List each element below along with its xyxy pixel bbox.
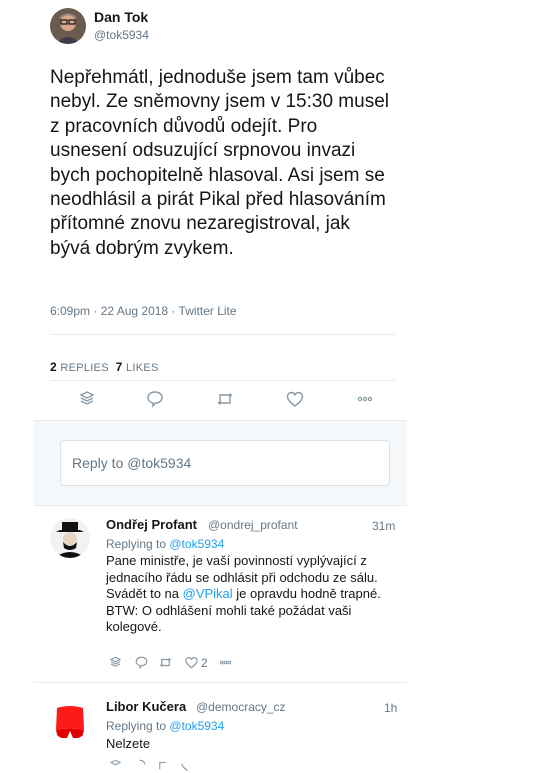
reply-author-handle[interactable]: @democracy_cz	[196, 700, 286, 714]
author-name[interactable]: Dan Tok	[94, 9, 148, 25]
reply-author-name[interactable]: Libor Kučera	[106, 699, 186, 714]
reply-avatar[interactable]	[50, 700, 90, 740]
reply-author-handle[interactable]: @ondrej_profant	[208, 518, 298, 532]
tweet-column: Dan Tok @tok5934 Nepřehmátl, jednoduše j…	[34, 0, 407, 765]
more-icon[interactable]	[354, 388, 376, 410]
stack-icon[interactable]	[76, 388, 98, 410]
reply-retweet-icon[interactable]	[158, 655, 173, 670]
tweet-text: Nepřehmátl, jednoduše jsem tam vůbec neb…	[50, 67, 389, 259]
reply-like-icon	[181, 763, 188, 772]
tweet-timestamp[interactable]: 6:09pm · 22 Aug 2018 · Twitter Lite	[50, 304, 237, 318]
replying-to: Replying to @tok5934	[106, 537, 224, 551]
reply-time[interactable]: 1h	[384, 701, 397, 715]
author-handle[interactable]: @tok5934	[94, 28, 149, 42]
mention-link[interactable]: @VPikal	[183, 586, 233, 601]
replying-to-link[interactable]: @tok5934	[169, 719, 224, 733]
author-avatar[interactable]	[50, 8, 86, 44]
divider	[50, 380, 395, 381]
reply-input[interactable]	[61, 441, 372, 485]
reply-icon[interactable]	[144, 388, 166, 410]
divider	[50, 334, 395, 335]
like-icon[interactable]	[284, 388, 306, 410]
reply-text: Nelzete	[106, 736, 151, 751]
reply-text: Pane ministře, je vaší povinností vyplýv…	[106, 553, 402, 636]
reply-input-box[interactable]	[60, 440, 390, 486]
reply-retweet-icon	[159, 761, 166, 770]
replies-count: 2	[50, 360, 57, 374]
divider	[34, 505, 407, 506]
replying-to: Replying to @tok5934	[106, 719, 224, 733]
reply-reply-icon[interactable]	[134, 655, 149, 670]
reply-stack-icon	[109, 759, 122, 766]
reply-reply-icon	[139, 759, 146, 765]
reply-author-name[interactable]: Ondřej Profant	[106, 517, 197, 532]
replying-prefix: Replying to	[106, 537, 167, 551]
reply-avatar[interactable]	[50, 518, 90, 558]
reply-like-count: 2	[201, 655, 208, 670]
reply-more-icon[interactable]	[218, 655, 233, 670]
reply-like-icon[interactable]: 2	[184, 655, 208, 670]
tweet-stats: 2 REPLIES 7 LIKES	[50, 360, 159, 374]
divider	[34, 682, 407, 683]
retweet-icon[interactable]	[214, 388, 236, 410]
reply-stack-icon[interactable]	[108, 655, 123, 670]
replying-prefix: Replying to	[106, 719, 167, 733]
reply-action-row	[108, 758, 195, 773]
replies-label[interactable]: REPLIES	[60, 362, 109, 374]
replying-to-link[interactable]: @tok5934	[169, 537, 224, 551]
reply-time[interactable]: 31m	[372, 519, 395, 533]
likes-label[interactable]: LIKES	[126, 362, 159, 374]
likes-count: 7	[115, 360, 123, 374]
